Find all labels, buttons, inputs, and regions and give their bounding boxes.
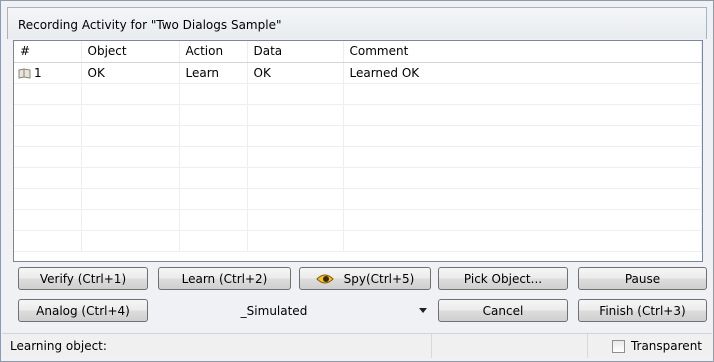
cancel-button[interactable]: Cancel [438,299,568,322]
empty-row [14,230,702,252]
empty-row [14,188,702,210]
empty-row [14,104,702,126]
record-icon [18,67,31,79]
empty-row [14,83,702,105]
spy-label: Spy(Ctrl+5) [343,271,415,286]
activity-table: # Object Action Data Comment 1 OK Learn … [14,41,702,252]
row-number: 1 [34,65,42,80]
analog-button[interactable]: Analog (Ctrl+4) [18,299,148,322]
transparent-toggle[interactable]: Transparent [588,339,712,353]
table-row[interactable]: 1 OK Learn OK Learned OK [14,62,702,84]
table-header-row: # Object Action Data Comment [14,41,702,63]
spy-button[interactable]: Spy(Ctrl+5) [299,267,431,290]
verify-button[interactable]: Verify (Ctrl+1) [18,267,148,290]
empty-row [14,209,702,231]
pause-button[interactable]: Pause [578,267,707,290]
empty-row [14,167,702,189]
status-bar: Learning object: Transparent [2,333,712,358]
chevron-down-icon[interactable] [419,308,427,313]
dialog-title: Recording Activity for "Two Dialogs Samp… [7,7,707,39]
recording-activity-dialog: Recording Activity for "Two Dialogs Samp… [0,0,714,362]
row-data: OK [247,62,344,84]
transparent-label: Transparent [630,339,702,353]
transparent-checkbox[interactable] [611,339,625,353]
empty-row [14,146,702,168]
column-header-data[interactable]: Data [247,41,344,63]
row-object: OK [81,62,180,84]
column-header-number[interactable]: # [14,41,82,63]
status-panel-empty [432,334,588,358]
pick-object-button[interactable]: Pick Object... [438,267,568,290]
column-header-comment[interactable]: Comment [343,41,702,63]
learn-button[interactable]: Learn (Ctrl+2) [158,267,291,290]
column-header-object[interactable]: Object [81,41,180,63]
status-text: Learning object: [2,334,432,358]
row-action: Learn [179,62,248,84]
eye-icon [315,273,334,285]
finish-button[interactable]: Finish (Ctrl+3) [578,299,707,322]
empty-row [14,125,702,147]
row-number-cell: 1 [14,62,82,84]
column-header-action[interactable]: Action [179,41,248,63]
row-comment: Learned OK [343,62,702,84]
recording-mode-value: _Simulated [240,303,308,318]
recording-mode-dropdown[interactable]: _Simulated [169,299,429,322]
activity-grid[interactable]: # Object Action Data Comment 1 OK Learn … [13,40,703,262]
